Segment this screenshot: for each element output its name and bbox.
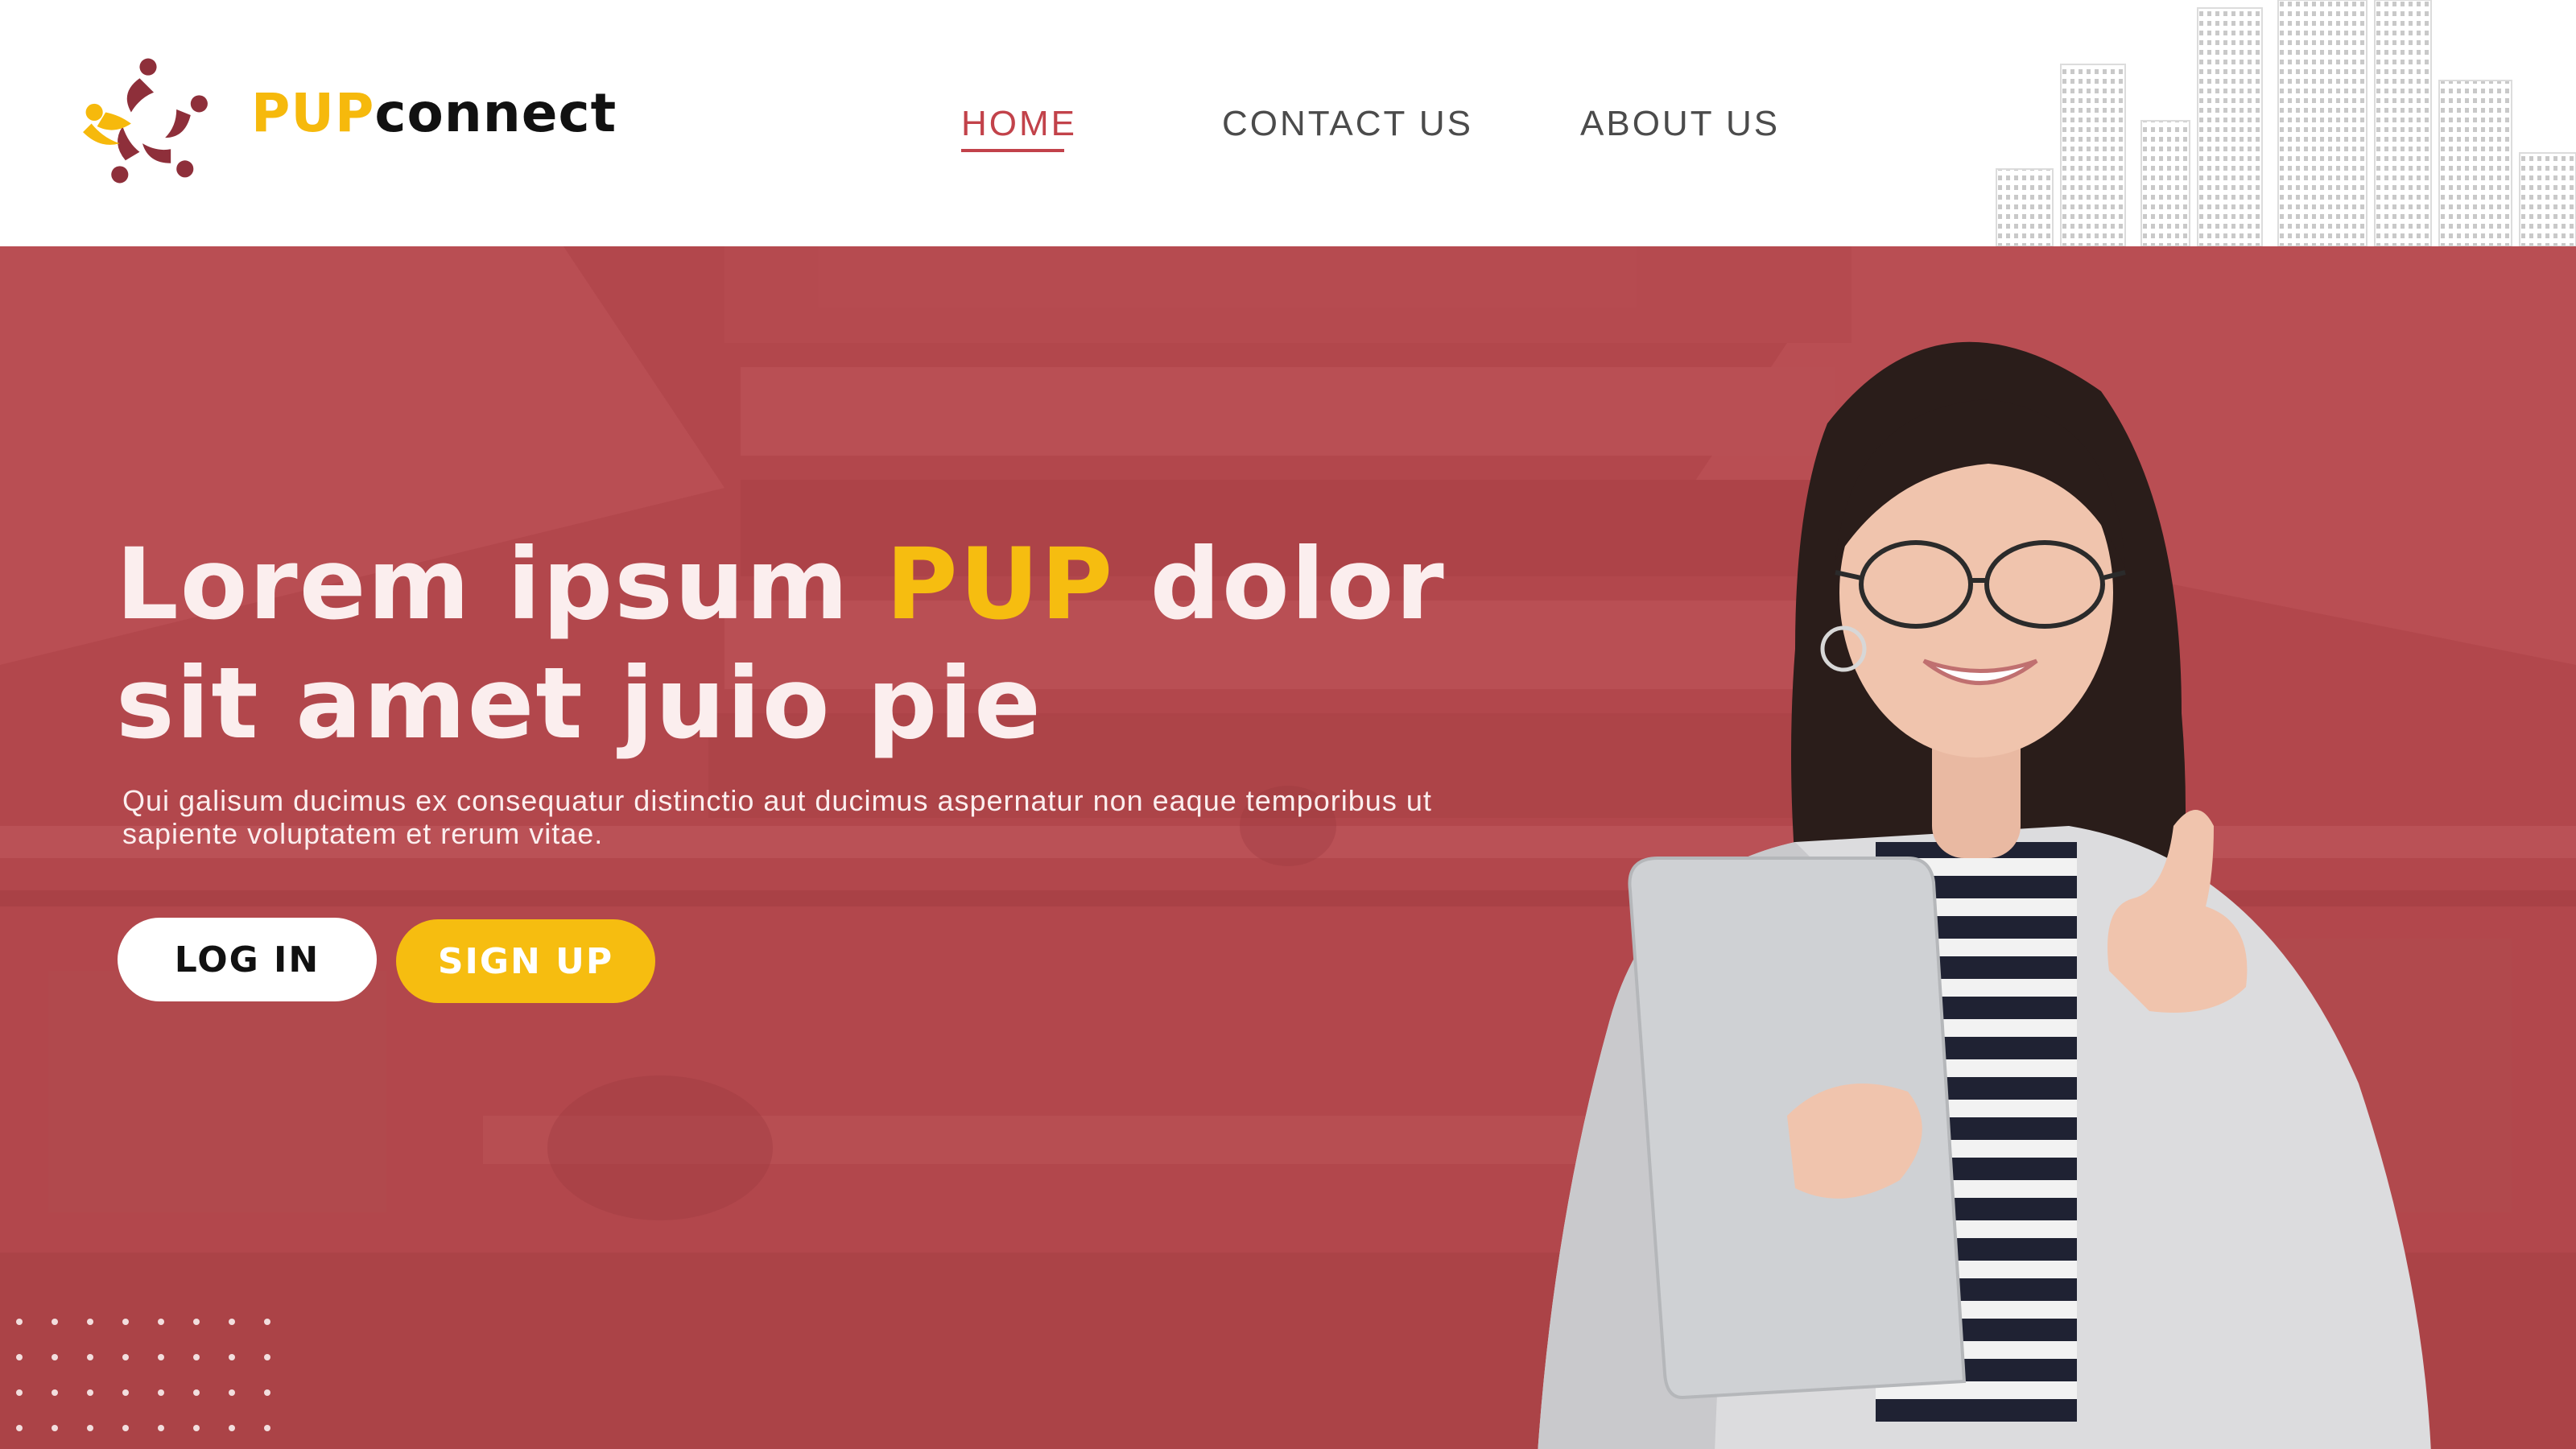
site-header: PUPconnect HOME CONTACT US ABOUT US <box>0 0 2576 246</box>
sign-up-button[interactable]: SIGN UP <box>396 919 655 1003</box>
nav-contact-us[interactable]: CONTACT US <box>1222 106 1473 142</box>
log-in-button[interactable]: LOG IN <box>118 918 377 1001</box>
smiling-woman-with-laptop-image <box>1538 341 2431 1449</box>
hero-section: Lorem ipsum PUP dolor sit amet juio pie … <box>0 246 2576 1449</box>
nav-active-underline <box>961 149 1064 152</box>
headline-accent: PUP <box>886 527 1115 642</box>
hero-headline: Lorem ipsum PUP dolor sit amet juio pie <box>116 525 1484 763</box>
city-skyline-icon <box>1996 0 2576 246</box>
nav-about-us[interactable]: ABOUT US <box>1580 106 1780 142</box>
nav-home[interactable]: HOME <box>961 106 1077 142</box>
dot-grid-icon <box>16 1319 270 1431</box>
hero-subtext: Qui galisum ducimus ex consequatur disti… <box>122 784 1432 850</box>
headline-text-start: Lorem ipsum <box>116 527 886 642</box>
